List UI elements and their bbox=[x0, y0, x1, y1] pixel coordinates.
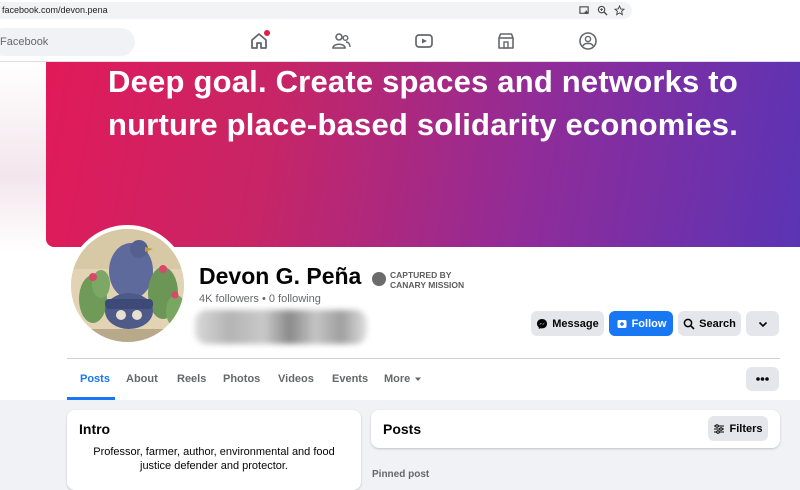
cover-photo[interactable]: Deep goal. Create spaces and networks to… bbox=[46, 62, 800, 247]
profile-avatar[interactable] bbox=[67, 225, 188, 346]
browser-blank-area bbox=[640, 0, 800, 22]
filters-button[interactable]: Filters bbox=[708, 416, 768, 441]
search-icon bbox=[683, 318, 695, 330]
tab-events[interactable]: Events bbox=[332, 373, 368, 385]
tabs-overflow-button[interactable] bbox=[746, 367, 779, 391]
filters-button-label: Filters bbox=[729, 422, 763, 435]
facebook-search-input[interactable]: Facebook bbox=[0, 28, 135, 56]
search-placeholder: Facebook bbox=[0, 36, 49, 48]
friends-icon[interactable] bbox=[330, 30, 352, 52]
marketplace-icon[interactable] bbox=[495, 30, 517, 52]
zoom-icon[interactable] bbox=[597, 5, 608, 16]
address-bar-url[interactable]: facebook.com/devon.pena bbox=[2, 5, 108, 15]
follow-icon bbox=[617, 319, 627, 328]
facebook-top-nav: Facebook bbox=[0, 22, 800, 62]
groups-icon[interactable] bbox=[577, 30, 599, 52]
tab-more-label: More bbox=[384, 373, 411, 385]
tab-about[interactable]: About bbox=[126, 373, 158, 385]
stamp-line-1: CAPTURED BY bbox=[390, 270, 452, 280]
follow-button[interactable]: Follow bbox=[609, 311, 673, 336]
address-bar[interactable]: facebook.com/devon.pena bbox=[0, 2, 632, 19]
follow-button-label: Follow bbox=[631, 317, 667, 330]
caret-down-icon bbox=[415, 377, 422, 381]
profile-name: Devon G. Peña bbox=[199, 263, 362, 289]
messenger-icon bbox=[537, 318, 548, 329]
cover-text-line-1: Deep goal. Create spaces and networks to bbox=[108, 64, 738, 99]
search-profile-button[interactable]: Search bbox=[678, 311, 741, 336]
more-actions-button[interactable] bbox=[746, 311, 779, 336]
install-app-icon[interactable] bbox=[579, 5, 590, 16]
blurred-friend-avatars bbox=[195, 310, 367, 344]
search-button-label: Search bbox=[699, 317, 736, 330]
browser-toolbar: facebook.com/devon.pena bbox=[0, 0, 800, 22]
posts-title: Posts bbox=[383, 421, 422, 437]
intro-title: Intro bbox=[79, 421, 111, 437]
stamp-line-2: CANARY MISSION bbox=[390, 280, 465, 290]
tab-more[interactable]: More bbox=[384, 373, 422, 385]
video-icon[interactable] bbox=[413, 30, 435, 52]
ellipsis-icon bbox=[756, 377, 769, 381]
message-button[interactable]: Message bbox=[531, 311, 604, 336]
message-button-label: Message bbox=[552, 317, 599, 330]
tab-reels[interactable]: Reels bbox=[177, 373, 206, 385]
pinned-post-label: Pinned post bbox=[372, 469, 430, 480]
tab-videos[interactable]: Videos bbox=[278, 373, 314, 385]
profile-divider bbox=[67, 358, 780, 359]
left-margin bbox=[0, 62, 46, 252]
bookmark-star-icon[interactable] bbox=[614, 5, 625, 16]
notification-dot bbox=[264, 30, 270, 36]
canary-mission-logo-icon bbox=[372, 272, 386, 286]
chevron-down-icon bbox=[758, 321, 767, 327]
tab-posts[interactable]: Posts bbox=[80, 373, 110, 385]
intro-card: Intro Professor, farmer, author, environ… bbox=[67, 410, 361, 490]
intro-bio: Professor, farmer, author, environmental… bbox=[93, 446, 335, 472]
tab-photos[interactable]: Photos bbox=[223, 373, 260, 385]
filters-icon bbox=[714, 423, 725, 434]
follower-count[interactable]: 4K followers • 0 following bbox=[199, 293, 321, 305]
posts-header-card: Posts Filters bbox=[371, 410, 780, 448]
cover-text-line-2: nurture place-based solidarity economies… bbox=[107, 107, 739, 142]
